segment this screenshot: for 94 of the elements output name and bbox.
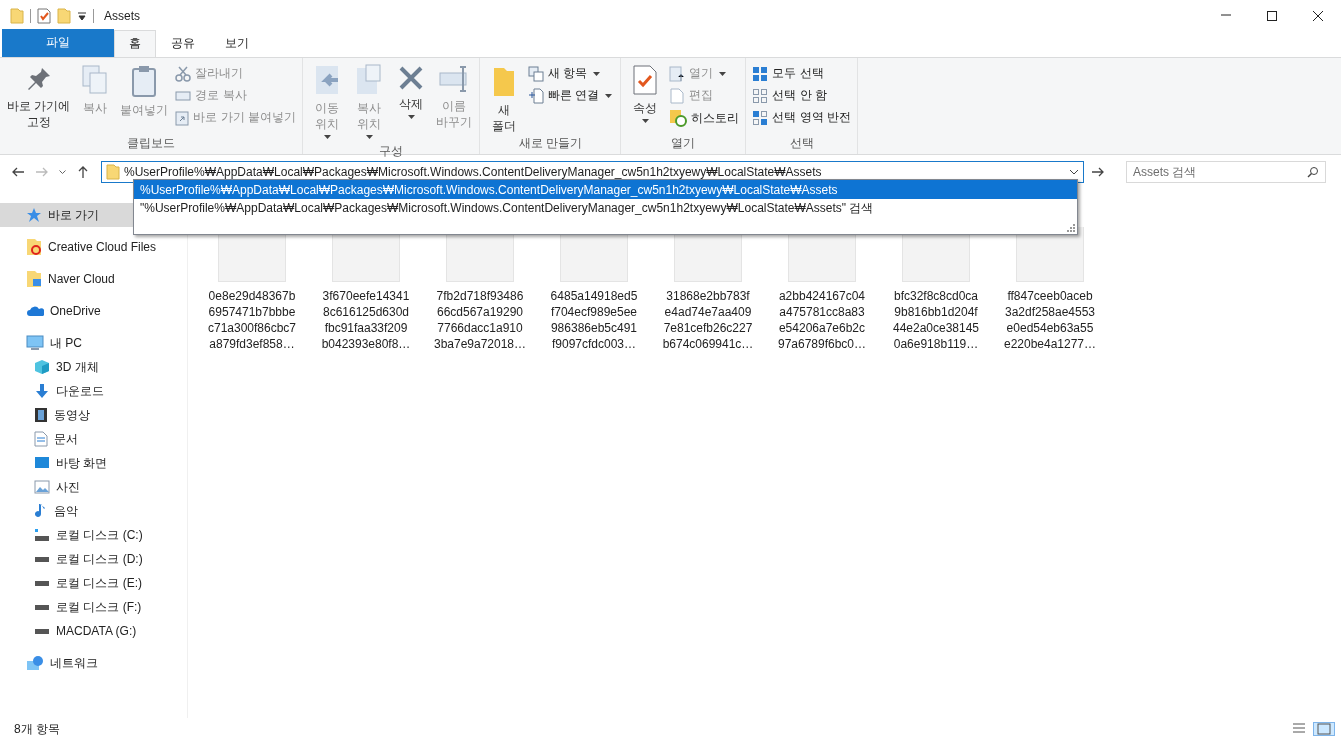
- picture-icon: [34, 480, 50, 494]
- network-icon: [26, 655, 44, 671]
- ribbon-button[interactable]: 삭제: [391, 60, 431, 142]
- chevron-down-icon: [59, 170, 66, 174]
- clipboard-icon: [130, 64, 159, 98]
- drive-icon: [34, 528, 50, 542]
- folder-icon: [106, 164, 120, 180]
- sidebar-item[interactable]: 로컬 디스크 (D:): [0, 547, 187, 571]
- rename-icon: [438, 64, 470, 94]
- sidebar-item[interactable]: 동영상: [0, 403, 187, 427]
- sidebar-item[interactable]: Creative Cloud Files: [0, 235, 187, 259]
- search-field[interactable]: Assets 검색: [1126, 161, 1326, 183]
- select-none-icon: [752, 87, 769, 104]
- folder-icon: [10, 7, 24, 24]
- ribbon-tab[interactable]: 홈: [114, 30, 156, 58]
- ribbon-button[interactable]: 바로 가기에 고정: [4, 60, 74, 134]
- sidebar-item[interactable]: 네트워크: [0, 651, 187, 675]
- properties-icon: [632, 64, 659, 96]
- ribbon-button[interactable]: 선택 안 함: [750, 86, 854, 105]
- item-count: 8개 항목: [14, 720, 60, 738]
- ribbon-tab[interactable]: 보기: [210, 30, 264, 57]
- cloud-icon: [26, 305, 44, 317]
- group-label: 클립보드: [126, 135, 176, 152]
- sidebar-item[interactable]: 로컬 디스크 (C:): [0, 523, 187, 547]
- sidebar-item[interactable]: 바탕 화면: [0, 451, 187, 475]
- ribbon-button[interactable]: 빠른 연결: [526, 86, 617, 105]
- star-icon: [26, 207, 42, 223]
- edit-icon: [669, 87, 686, 104]
- new-item-icon: [528, 65, 544, 82]
- cloud-folder-icon: [26, 270, 42, 288]
- history-icon: [669, 109, 688, 127]
- cloud-folder-icon: [26, 238, 42, 256]
- maximize-icon: [1266, 9, 1278, 22]
- ribbon-tab[interactable]: 공유: [156, 30, 210, 57]
- sidebar-item[interactable]: 문서: [0, 427, 187, 451]
- sidebar-item[interactable]: OneDrive: [0, 299, 187, 323]
- sidebar-item[interactable]: 로컬 디스크 (E:): [0, 571, 187, 595]
- paste-shortcut-icon: [175, 109, 190, 126]
- ribbon-button[interactable]: 모두 선택: [750, 64, 854, 83]
- customize-toolbar-button[interactable]: [77, 10, 87, 21]
- copy-icon: [81, 64, 110, 96]
- sidebar-item[interactable]: 사진: [0, 475, 187, 499]
- group-label: 열기: [670, 135, 697, 152]
- download-icon: [34, 383, 50, 399]
- resize-grip-icon: [1067, 224, 1075, 232]
- scissors-icon: [175, 65, 192, 82]
- thumbnail-view-icon: [1317, 723, 1331, 735]
- back-arrow-icon: [11, 165, 25, 179]
- select-all-icon: [752, 65, 769, 82]
- drive-icon: [35, 605, 49, 610]
- close-icon: [1312, 9, 1324, 22]
- recent-locations-button[interactable]: [56, 170, 69, 174]
- forward-arrow-icon: [35, 165, 49, 179]
- ribbon-button[interactable]: 새 폴더: [484, 60, 524, 134]
- up-arrow-icon: [76, 165, 90, 179]
- group-label: 구성: [378, 143, 404, 160]
- copy-to-icon: [354, 64, 384, 96]
- film-icon: [34, 407, 48, 423]
- sidebar-item[interactable]: 내 PC: [0, 331, 187, 355]
- document-icon: [34, 431, 48, 447]
- open-icon: [669, 65, 686, 82]
- computer-icon: [26, 335, 44, 351]
- window-title: Assets: [104, 8, 140, 23]
- sidebar-item[interactable]: 다운로드: [0, 379, 187, 403]
- ribbon-button[interactable]: 선택 영역 반전: [750, 108, 854, 127]
- desktop-icon: [34, 456, 50, 470]
- search-icon: [1307, 166, 1319, 178]
- sidebar-item[interactable]: 로컬 디스크 (F:): [0, 595, 187, 619]
- drive-icon: [35, 629, 49, 634]
- group-label: 선택: [788, 135, 815, 152]
- drive-icon: [35, 581, 49, 586]
- music-note-icon: [34, 503, 48, 519]
- shortcut-icon: [528, 87, 544, 104]
- folder-icon: [57, 7, 71, 24]
- drive-icon: [35, 557, 49, 562]
- ribbon-button[interactable]: 히스토리: [667, 108, 742, 128]
- group-label: 새로 만들기: [517, 135, 583, 152]
- file-menu-tab[interactable]: 파일: [2, 29, 114, 57]
- sidebar-item[interactable]: Naver Cloud: [0, 267, 187, 291]
- cube-icon: [34, 359, 50, 375]
- delete-icon: [397, 64, 425, 92]
- dropdown-arrow-icon: [77, 10, 87, 21]
- right-arrow-icon: [1091, 166, 1105, 178]
- sidebar-item[interactable]: MACDATA (G:): [0, 619, 187, 643]
- chevron-down-icon: [1069, 168, 1079, 176]
- list-view-icon: [1292, 722, 1306, 734]
- invert-selection-icon: [752, 109, 769, 126]
- sidebar-item[interactable]: 3D 개체: [0, 355, 187, 379]
- ribbon-button[interactable]: 새 항목: [526, 64, 617, 83]
- ribbon-button[interactable]: 속성: [625, 60, 666, 134]
- properties-icon: [37, 7, 51, 24]
- path-icon: [175, 89, 192, 102]
- suggestion-item[interactable]: %UserProfile%₩AppData₩Local₩Packages₩Microsoft.Windows.ContentDeliveryManager_cw5n1h2txyewy₩LocalState₩Assets: [134, 180, 1077, 199]
- sidebar-item[interactable]: 음악: [0, 499, 187, 523]
